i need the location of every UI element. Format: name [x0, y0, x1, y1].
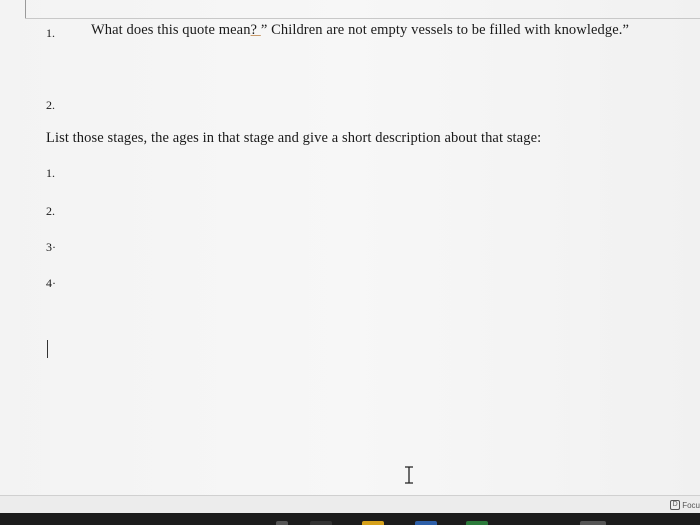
taskbar-item[interactable]	[466, 521, 488, 525]
taskbar-item[interactable]	[580, 521, 606, 525]
document-page[interactable]: 1. What does this quote mean? ” Children…	[0, 0, 700, 495]
taskbar-item[interactable]	[362, 521, 384, 525]
focus-mode-button[interactable]: D Focu	[670, 498, 700, 512]
question-1-text-start: What does this quote mean	[91, 22, 251, 38]
focus-mode-icon: D	[670, 500, 681, 510]
item-2-number: 2.	[46, 98, 55, 112]
stage-3-number: 3·	[46, 240, 56, 254]
question-1-quote: ” Children are not empty vessels to be f…	[260, 22, 630, 38]
text-insertion-caret	[47, 340, 48, 358]
status-bar: D Focu	[0, 495, 700, 514]
stage-4-number: 4·	[46, 276, 56, 290]
question-1-number: 1.	[46, 26, 55, 40]
stage-1-number: 1.	[46, 166, 55, 180]
question-1-text: What does this quote mean? ” Children ar…	[91, 22, 629, 39]
ibeam-mouse-cursor-icon	[405, 466, 413, 484]
taskbar-item[interactable]	[415, 521, 437, 525]
taskbar-item[interactable]	[276, 521, 288, 525]
taskbar	[0, 513, 700, 525]
question-1-underlined-mark: ?	[250, 22, 261, 38]
stage-2-number: 2.	[46, 204, 55, 218]
instruction-text: List those stages, the ages in that stag…	[46, 130, 542, 146]
page-top-rule	[25, 18, 700, 19]
focus-mode-label: Focu	[682, 500, 700, 510]
taskbar-item[interactable]	[310, 521, 332, 525]
page-margin-marker	[25, 0, 26, 18]
